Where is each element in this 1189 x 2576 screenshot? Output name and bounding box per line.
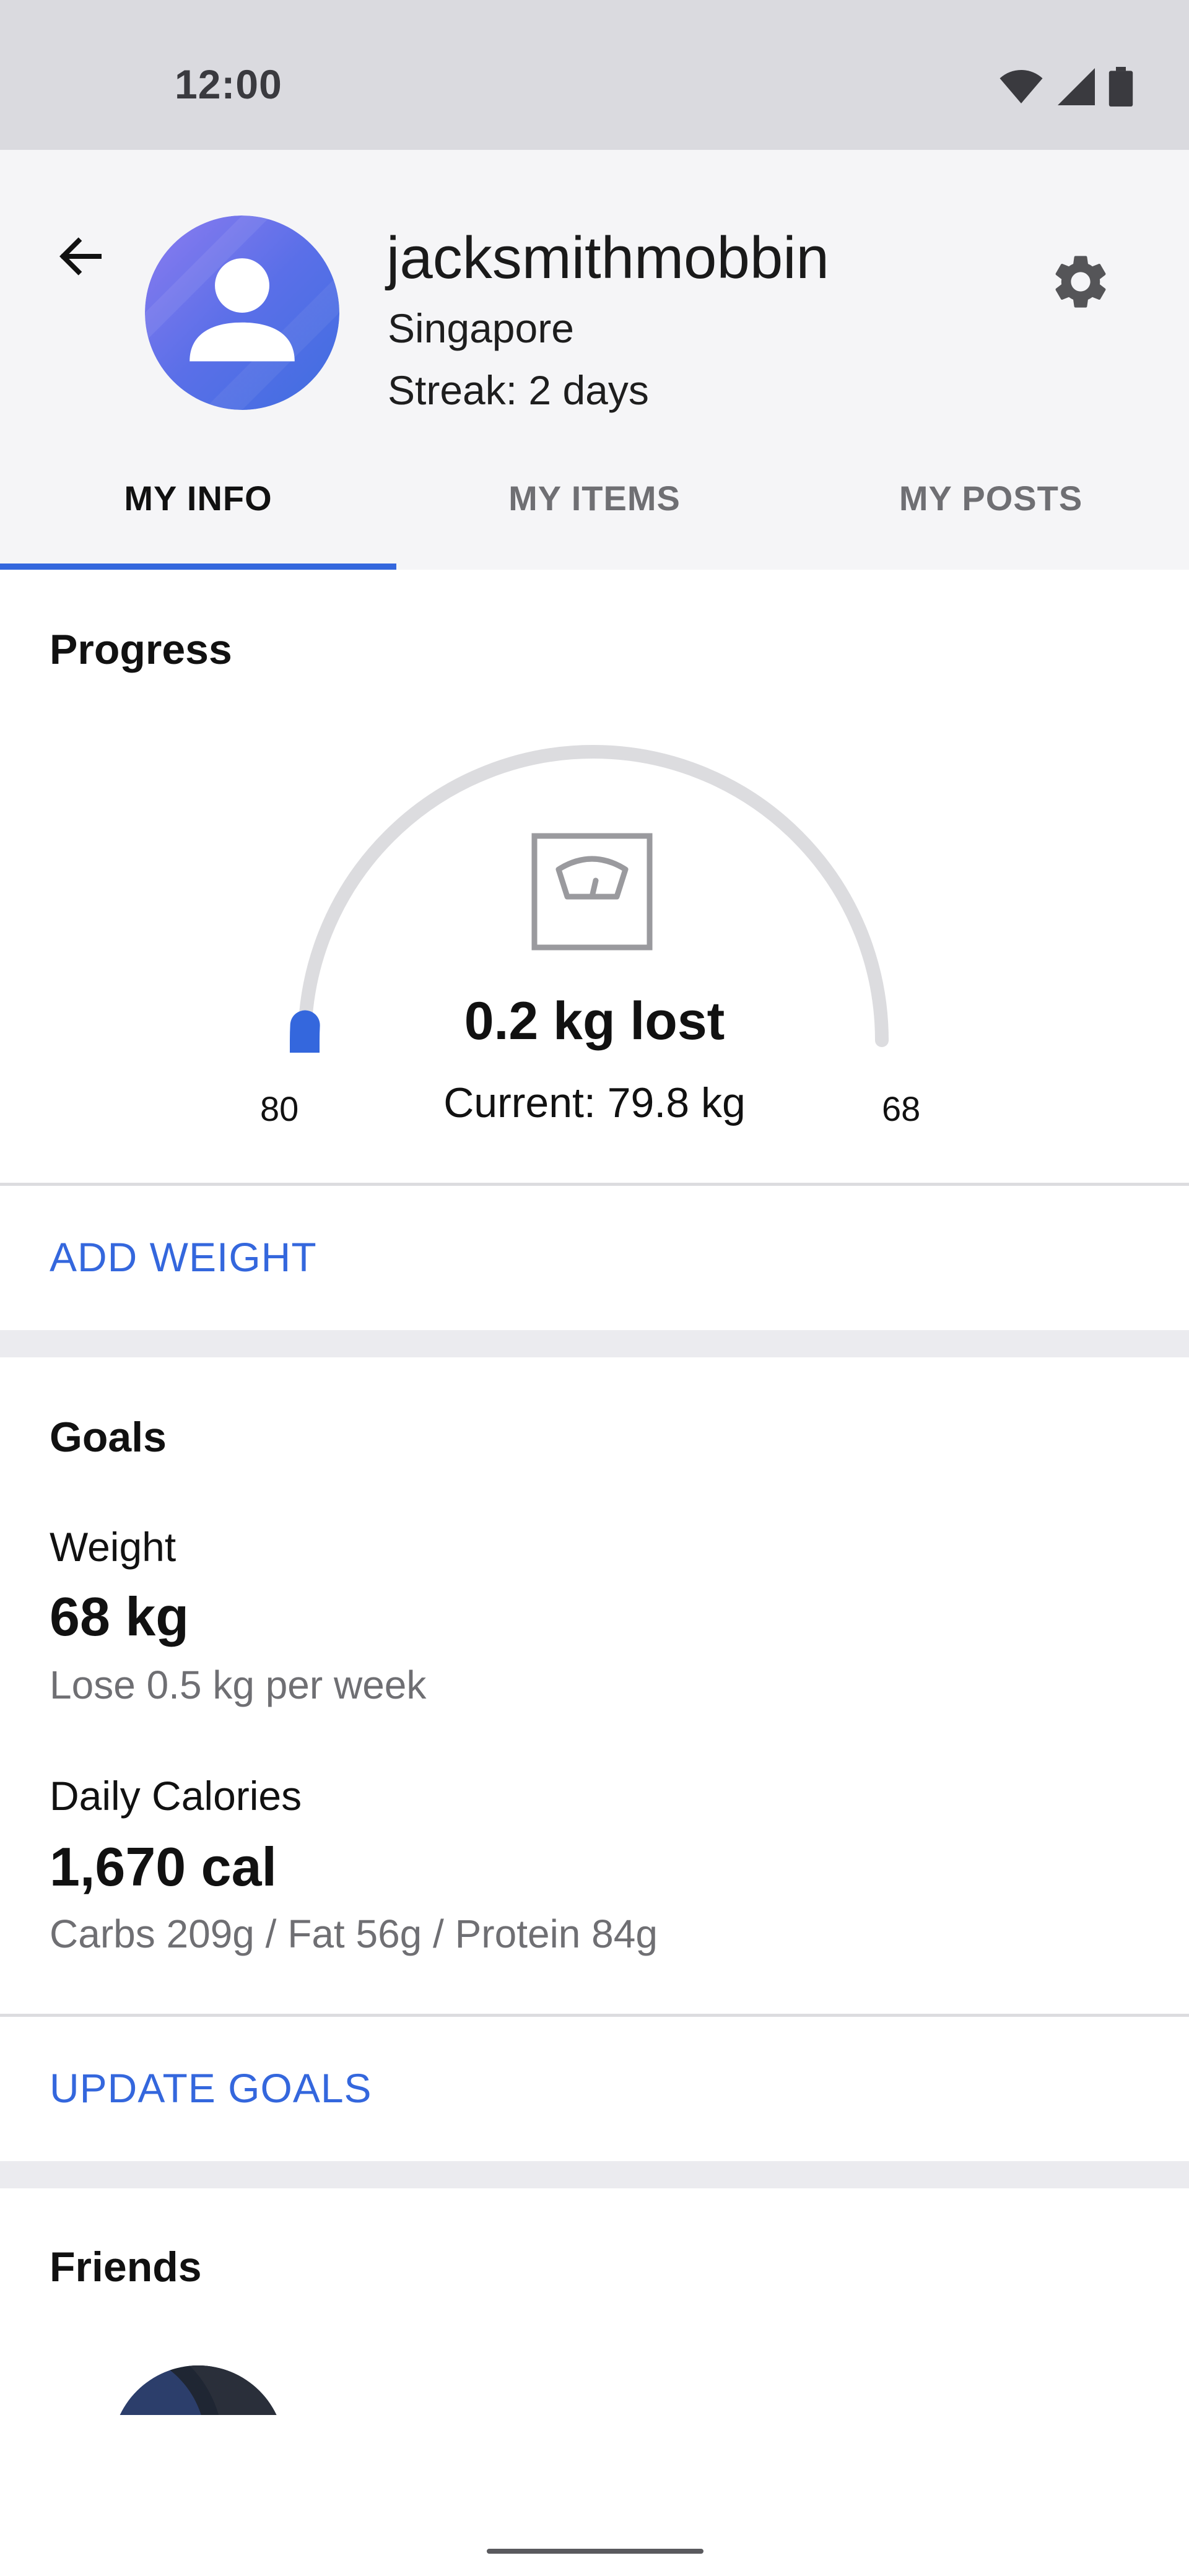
tab-my-info[interactable]: MY INFO bbox=[0, 441, 396, 570]
weight-lost-text: 0.2 kg lost bbox=[464, 991, 725, 1051]
gauge-start-label: 80 bbox=[260, 1089, 299, 1128]
tab-label: MY ITEMS bbox=[508, 478, 681, 518]
section-gap bbox=[0, 1330, 1189, 1357]
scale-icon bbox=[531, 833, 653, 951]
streak: Streak: 2 days bbox=[388, 367, 649, 413]
status-time: 12:00 bbox=[175, 61, 282, 107]
weight-goal-label: Weight bbox=[50, 1524, 176, 1570]
settings-button[interactable] bbox=[1040, 242, 1121, 322]
battery-icon bbox=[1108, 67, 1133, 107]
weight-goal-rate: Lose 0.5 kg per week bbox=[50, 1663, 427, 1707]
wifi-icon bbox=[1000, 70, 1043, 103]
status-bar: 12:00 bbox=[0, 0, 1189, 150]
person-icon bbox=[145, 215, 339, 410]
arrow-back-icon bbox=[59, 237, 102, 276]
divider bbox=[0, 1183, 1189, 1186]
update-goals-button[interactable]: UPDATE GOALS bbox=[50, 2065, 372, 2112]
current-weight-text: Current: 79.8 kg bbox=[443, 1079, 746, 1126]
tab-indicator bbox=[0, 564, 396, 570]
macros-breakdown: Carbs 209g / Fat 56g / Protein 84g bbox=[50, 1912, 658, 1956]
progress-title: Progress bbox=[50, 626, 232, 673]
calories-goal-label: Daily Calories bbox=[50, 1773, 302, 1819]
tab-my-items[interactable]: MY ITEMS bbox=[396, 441, 793, 570]
tab-label: MY INFO bbox=[124, 478, 272, 518]
tab-my-posts[interactable]: MY POSTS bbox=[793, 441, 1189, 570]
gear-icon bbox=[1055, 256, 1106, 308]
avatar[interactable] bbox=[145, 215, 339, 410]
weight-goal-value: 68 kg bbox=[50, 1586, 189, 1647]
add-weight-button[interactable]: ADD WEIGHT bbox=[50, 1234, 317, 1281]
goals-title: Goals bbox=[50, 1414, 167, 1461]
back-button[interactable] bbox=[43, 219, 118, 294]
cell-signal-icon bbox=[1058, 68, 1095, 105]
home-indicator[interactable] bbox=[487, 2549, 703, 2554]
gauge-goal-label: 68 bbox=[882, 1089, 921, 1128]
username: jacksmithmobbin bbox=[386, 225, 829, 291]
location: Singapore bbox=[388, 305, 574, 351]
friends-title: Friends bbox=[50, 2243, 202, 2291]
section-gap bbox=[0, 2161, 1189, 2188]
calories-goal-value: 1,670 cal bbox=[50, 1836, 277, 1897]
status-icons bbox=[998, 67, 1133, 107]
screen: 12:00 jacksmithmobbin Singapore Streak: … bbox=[0, 0, 1189, 2576]
tab-bar: MY INFO MY ITEMS MY POSTS bbox=[0, 441, 1189, 570]
profile-header: jacksmithmobbin Singapore Streak: 2 days… bbox=[0, 150, 1189, 570]
tab-label: MY POSTS bbox=[899, 478, 1083, 518]
divider bbox=[0, 2014, 1189, 2017]
